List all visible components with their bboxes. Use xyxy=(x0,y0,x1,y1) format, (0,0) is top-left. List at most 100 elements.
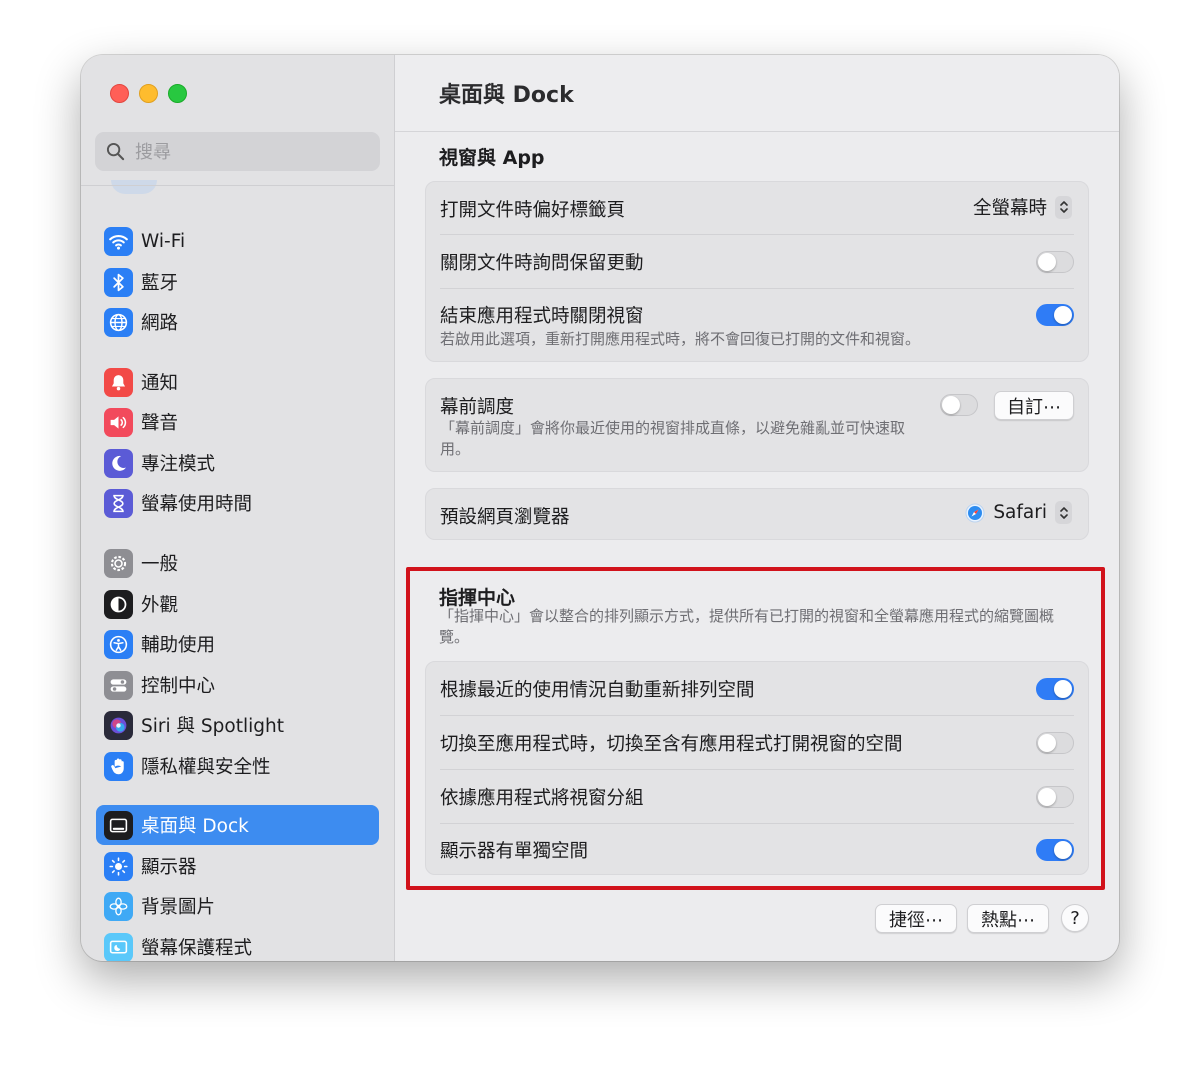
group-windows-toggle[interactable] xyxy=(1036,786,1074,808)
close-window-button[interactable] xyxy=(110,84,129,103)
sidebar-item-appearance[interactable]: 外觀 xyxy=(96,584,379,624)
bell-icon xyxy=(104,367,133,397)
sidebar-item-label: 控制中心 xyxy=(141,676,216,697)
default-browser-label: 預設網頁瀏覽器 xyxy=(440,507,570,528)
globe-icon xyxy=(104,307,133,337)
sidebar-item-notifications[interactable]: 通知 xyxy=(96,362,379,402)
siri-icon xyxy=(104,710,133,740)
prefer-tabs-popup[interactable]: 全螢幕時 xyxy=(973,194,1072,220)
section-title-windows-apps: 視窗與 App xyxy=(439,147,545,169)
sidebar-item-privacy-security[interactable]: 隱私權與安全性 xyxy=(96,746,379,786)
separate-spaces-toggle[interactable] xyxy=(1036,839,1074,861)
chevron-up-down-icon xyxy=(1055,501,1072,524)
hot-corners-button[interactable]: 熱點⋯ xyxy=(967,904,1049,933)
close-windows-label: 結束應用程式時關閉視窗 xyxy=(440,306,644,327)
speaker-icon xyxy=(104,407,133,437)
mc-row-label: 顯示器有單獨空間 xyxy=(440,841,589,862)
sidebar-item-screensaver[interactable]: 螢幕保護程式 xyxy=(96,927,379,961)
minimize-window-button[interactable] xyxy=(139,84,158,103)
switch-to-space-toggle[interactable] xyxy=(1036,732,1074,754)
shortcuts-button[interactable]: 捷徑⋯ xyxy=(875,904,957,933)
sidebar-item-label: 隱私權與安全性 xyxy=(141,757,271,778)
sidebar-item-focus[interactable]: 專注模式 xyxy=(96,443,379,483)
sidebar-item-displays[interactable]: 顯示器 xyxy=(96,846,379,886)
sidebar-item-label: 顯示器 xyxy=(141,857,197,878)
sidebar-item-desktop-dock[interactable]: 桌面與 Dock xyxy=(96,805,379,845)
row-separator xyxy=(440,715,1074,716)
sidebar-item-wifi[interactable]: Wi-Fi xyxy=(96,221,379,261)
screensaver-icon xyxy=(104,932,133,961)
ask-keep-changes-toggle[interactable] xyxy=(1036,251,1074,273)
hand-icon xyxy=(104,751,133,781)
sidebar-item-label: 藍牙 xyxy=(141,273,179,294)
auto-rearrange-spaces-toggle[interactable] xyxy=(1036,678,1074,700)
default-browser-value: Safari xyxy=(993,502,1047,523)
sidebar-item-label: 網路 xyxy=(141,313,179,334)
bluetooth-icon xyxy=(104,267,133,297)
search-input[interactable] xyxy=(133,132,372,173)
sidebar-item-sound[interactable]: 聲音 xyxy=(96,402,379,442)
sidebar-item-general[interactable]: 一般 xyxy=(96,543,379,583)
settings-window: Wi-Fi 藍牙 網路 通知 聲音 xyxy=(81,55,1119,961)
sidebar-item-screen-time[interactable]: 螢幕使用時間 xyxy=(96,483,379,523)
sun-icon xyxy=(104,851,133,881)
sidebar-item-label: 螢幕使用時間 xyxy=(141,494,253,515)
sidebar-item-label: 螢幕保護程式 xyxy=(141,938,253,959)
mc-row-label: 切換至應用程式時，切換至含有應用程式打開視窗的空間 xyxy=(440,734,903,755)
sidebar-item-control-center[interactable]: 控制中心 xyxy=(96,665,379,705)
sidebar-item-label: 專注模式 xyxy=(141,454,216,475)
main-header: 桌面與 Dock xyxy=(395,55,1119,132)
sidebar-item-label: 聲音 xyxy=(141,413,179,434)
sidebar-item-label: Wi-Fi xyxy=(141,230,186,252)
sidebar-item-siri-spotlight[interactable]: Siri 與 Spotlight xyxy=(96,705,379,745)
sidebar-item-label: 背景圖片 xyxy=(141,897,216,918)
dock-icon xyxy=(104,810,133,840)
sidebar-item-wallpaper[interactable]: 背景圖片 xyxy=(96,886,379,926)
row-separator xyxy=(440,823,1074,824)
sidebar-divider xyxy=(81,185,394,186)
row-separator xyxy=(440,288,1074,289)
sidebar-item-label: 桌面與 Dock xyxy=(141,816,249,837)
appearance-icon xyxy=(104,589,133,619)
stage-manager-toggle[interactable] xyxy=(940,394,978,416)
mission-control-description: 「指揮中心」會以整合的排列顯示方式，提供所有已打開的視窗和全螢幕應用程式的縮覽圖… xyxy=(439,607,1055,646)
sidebar-item-label: 一般 xyxy=(141,554,179,575)
prefer-tabs-label: 打開文件時偏好標籤頁 xyxy=(440,200,626,221)
page-title: 桌面與 Dock xyxy=(439,83,574,108)
default-browser-group: 預設網頁瀏覽器 Safari xyxy=(425,488,1089,540)
chevron-up-down-icon xyxy=(1055,195,1072,219)
stage-manager-group: 幕前調度 「幕前調度」會將你最近使用的視窗排成直條，以避免雜亂並可快速取用。 自… xyxy=(425,378,1089,472)
sidebar-item-bluetooth[interactable]: 藍牙 xyxy=(96,262,379,302)
sidebar: Wi-Fi 藍牙 網路 通知 聲音 xyxy=(81,55,395,961)
sidebar-item-label: 輔助使用 xyxy=(141,635,216,656)
row-separator xyxy=(440,769,1074,770)
accessibility-icon xyxy=(104,629,133,659)
default-browser-popup[interactable]: Safari xyxy=(965,501,1072,524)
stage-manager-description: 「幕前調度」會將你最近使用的視窗排成直條，以避免雜亂並可快速取用。 xyxy=(440,419,906,458)
control-center-icon xyxy=(104,670,133,700)
help-button[interactable]: ? xyxy=(1061,904,1089,932)
ask-keep-changes-label: 關閉文件時詢問保留更動 xyxy=(440,253,644,274)
sidebar-item-accessibility[interactable]: 輔助使用 xyxy=(96,624,379,664)
mc-row-label: 根據最近的使用情況自動重新排列空間 xyxy=(440,680,755,701)
zoom-window-button[interactable] xyxy=(168,84,187,103)
close-windows-description: 若啟用此選項，重新打開應用程式時，將不會回復已打開的文件和視窗。 xyxy=(440,330,921,348)
prefer-tabs-value: 全螢幕時 xyxy=(972,198,1047,219)
sidebar-item-label: Siri 與 Spotlight xyxy=(141,716,284,737)
main-pane: 桌面與 Dock 視窗與 App 打開文件時偏好標籤頁 全螢幕時 關閉文件時詢問… xyxy=(395,55,1119,961)
hourglass-icon xyxy=(104,488,133,518)
mc-row-label: 依據應用程式將視窗分組 xyxy=(440,788,644,809)
mission-control-group: 根據最近的使用情況自動重新排列空間 切換至應用程式時，切換至含有應用程式打開視窗… xyxy=(425,661,1089,875)
windows-apps-group: 打開文件時偏好標籤頁 全螢幕時 關閉文件時詢問保留更動 結束應用程式時關閉視窗 … xyxy=(425,181,1089,362)
sidebar-item-network[interactable]: 網路 xyxy=(96,302,379,342)
sidebar-item-label: 外觀 xyxy=(141,595,179,616)
customize-button[interactable]: 自訂⋯ xyxy=(994,391,1074,420)
safari-icon xyxy=(965,503,985,522)
search-icon xyxy=(106,142,125,161)
wifi-icon xyxy=(104,226,133,256)
search-field[interactable] xyxy=(95,132,380,173)
gear-icon xyxy=(104,548,133,578)
moon-icon xyxy=(104,448,133,478)
row-separator xyxy=(440,234,1074,235)
close-windows-toggle[interactable] xyxy=(1036,304,1074,326)
